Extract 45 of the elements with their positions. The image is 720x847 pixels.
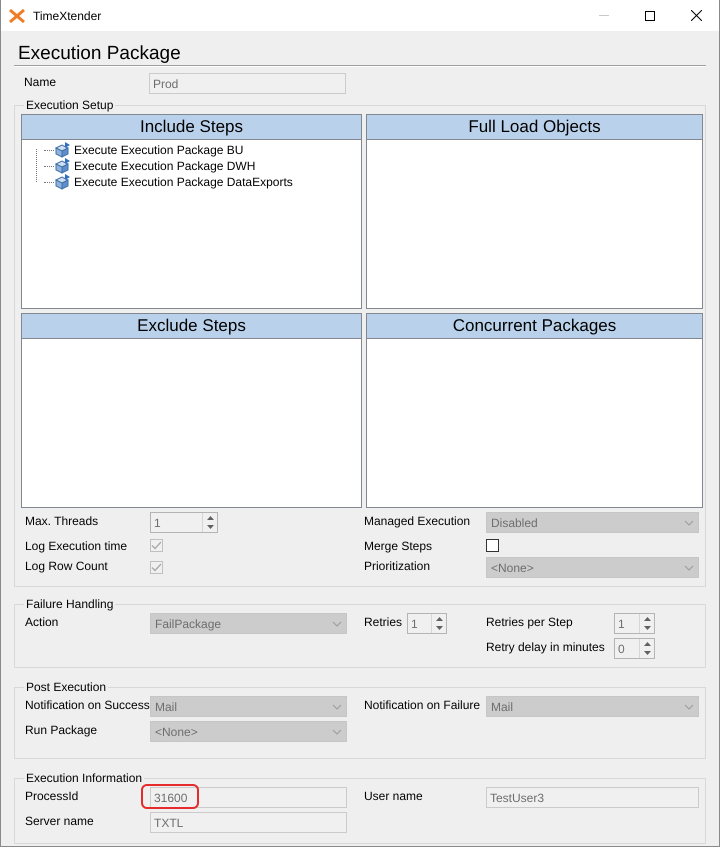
field-label: Log Row Count xyxy=(25,558,109,573)
package-icon xyxy=(54,174,71,190)
field-label: Managed Execution xyxy=(364,513,472,528)
group-title: Post Execution xyxy=(25,680,108,694)
tree-item[interactable]: Execute Execution Package DataExports xyxy=(74,175,293,189)
field-label: Max. Threads xyxy=(25,513,100,528)
panel-header: Full Load Objects xyxy=(367,115,702,140)
field-label: Retries per Step xyxy=(486,614,574,629)
field-label: Prioritization xyxy=(364,558,432,573)
field-label: Retries xyxy=(364,614,404,629)
field-label: Notification on Success xyxy=(25,697,150,712)
tree-item[interactable]: Execute Execution Package BU xyxy=(74,143,244,157)
minimize-icon xyxy=(599,14,609,16)
field-label: Run Package xyxy=(25,722,98,737)
field-label: Log Execution time xyxy=(25,538,128,553)
field-label: Merge Steps xyxy=(364,538,434,553)
field-label: ProcessId xyxy=(25,788,80,803)
tree-line xyxy=(36,149,37,182)
panel-header: Concurrent Packages xyxy=(367,314,702,339)
maximize-icon xyxy=(645,10,655,20)
package-icon xyxy=(54,142,71,158)
chevron-down-icon xyxy=(684,520,694,526)
field-label: User name xyxy=(364,788,424,803)
window-title: TimeXtender xyxy=(33,8,102,22)
logo-icon xyxy=(9,8,25,22)
field-label: Name xyxy=(24,74,58,89)
group-title: Execution Information xyxy=(25,771,144,785)
chevron-down-icon xyxy=(332,728,342,734)
chevron-down-icon xyxy=(332,704,342,710)
page-heading: Execution Package xyxy=(17,43,182,65)
field-label: Notification on Failure xyxy=(364,697,482,712)
field-label: Server name xyxy=(25,813,95,828)
tree-item[interactable]: Execute Execution Package DWH xyxy=(74,159,256,173)
package-icon xyxy=(54,158,71,174)
group-title: Execution Setup xyxy=(25,98,114,112)
chevron-down-icon xyxy=(684,564,694,570)
close-icon xyxy=(690,10,702,21)
panel-header: Exclude Steps xyxy=(22,314,361,339)
checkbox[interactable] xyxy=(486,538,499,552)
field-label: Action xyxy=(25,614,60,629)
group-title: Failure Handling xyxy=(25,597,114,611)
panel-header: Include Steps xyxy=(22,115,361,140)
chevron-down-icon xyxy=(332,620,342,626)
field-label: Retry delay in minutes xyxy=(486,639,606,654)
chevron-down-icon xyxy=(684,704,694,710)
